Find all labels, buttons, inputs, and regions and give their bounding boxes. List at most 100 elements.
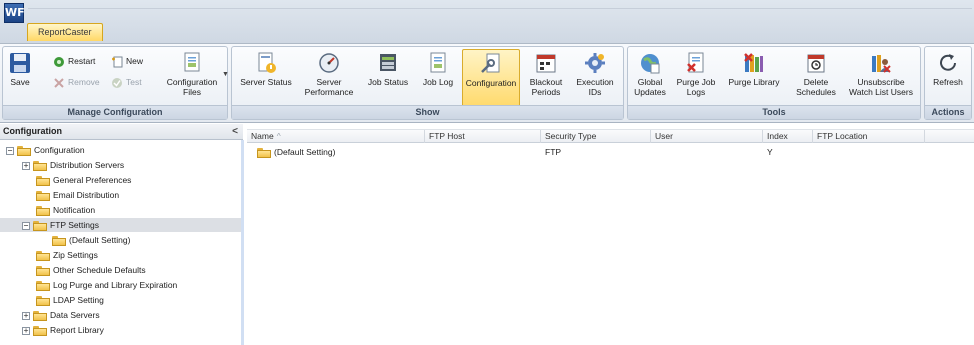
sort-ascending-icon: ^ bbox=[276, 131, 281, 141]
purge-library-button[interactable]: Purge Library bbox=[722, 49, 786, 105]
tree-node-data-servers[interactable]: + Data Servers bbox=[22, 308, 100, 322]
execution-ids-label-2: IDs bbox=[588, 87, 602, 97]
column-header-security-type[interactable]: Security Type bbox=[541, 130, 651, 143]
save-button[interactable]: Save bbox=[5, 49, 35, 105]
expand-icon[interactable]: + bbox=[22, 311, 30, 320]
tree-node-label: Data Servers bbox=[50, 310, 100, 320]
column-header-index[interactable]: Index bbox=[763, 130, 813, 143]
folder-icon bbox=[33, 325, 47, 336]
server-performance-label-1: Server bbox=[316, 77, 342, 87]
globe-icon bbox=[641, 54, 660, 74]
job-status-label-1: Job Status bbox=[367, 77, 409, 87]
folder-icon bbox=[33, 310, 47, 321]
save-label: Save bbox=[10, 77, 30, 87]
column-header-ftp-location[interactable]: FTP Location bbox=[813, 130, 925, 143]
server-status-button[interactable]: Server Status bbox=[236, 49, 296, 105]
blackout-periods-label-2: Periods bbox=[531, 87, 561, 97]
ftp-settings-grid: Name ^ FTP Host Security Type User Index … bbox=[247, 124, 974, 345]
title-divider bbox=[28, 8, 972, 9]
server-performance-button[interactable]: Server Performance bbox=[299, 49, 359, 105]
global-updates-label-2: Updates bbox=[634, 87, 666, 97]
tree-node-configuration[interactable]: − Configuration bbox=[6, 143, 85, 157]
test-button[interactable]: Test bbox=[111, 75, 142, 89]
blackout-periods-label-1: Blackout bbox=[529, 77, 563, 87]
global-updates-label-1: Global bbox=[637, 77, 663, 87]
global-updates-button[interactable]: Global Updates bbox=[630, 49, 670, 105]
unsubscribe-users-icon bbox=[872, 55, 891, 73]
column-header-name[interactable]: Name ^ bbox=[247, 130, 425, 143]
execution-ids-label-1: Execution bbox=[576, 77, 614, 87]
job-log-label-1: Job Log bbox=[422, 77, 454, 87]
job-status-icon bbox=[380, 54, 396, 71]
column-header-user[interactable]: User bbox=[651, 130, 763, 143]
configuration-button[interactable]: Configuration bbox=[462, 49, 520, 109]
refresh-button[interactable]: Refresh bbox=[928, 49, 968, 105]
tree-node-general-preferences[interactable]: General Preferences bbox=[36, 173, 131, 187]
tree-node-distribution-servers[interactable]: + Distribution Servers bbox=[22, 158, 124, 172]
configuration-files-label-2: Files bbox=[183, 87, 201, 97]
tree-node-other-schedule-defaults[interactable]: Other Schedule Defaults bbox=[36, 263, 146, 277]
tree-node-default-setting[interactable]: (Default Setting) bbox=[52, 233, 130, 247]
group-show: Server Status Server Performance Job Sta… bbox=[231, 46, 624, 120]
cell-security-type: FTP bbox=[545, 147, 562, 157]
tree-node-log-purge[interactable]: Log Purge and Library Expiration bbox=[36, 278, 177, 292]
folder-icon bbox=[17, 145, 31, 156]
tree-scrollbar[interactable] bbox=[241, 140, 244, 345]
tree-node-ldap-setting[interactable]: LDAP Setting bbox=[36, 293, 104, 307]
execution-ids-button[interactable]: Execution IDs bbox=[571, 49, 619, 105]
folder-icon bbox=[36, 295, 50, 306]
folder-icon bbox=[33, 220, 47, 231]
delete-schedules-button[interactable]: Delete Schedules bbox=[790, 49, 842, 105]
configuration-icon bbox=[481, 53, 500, 73]
folder-icon bbox=[36, 280, 50, 291]
delete-schedules-label-2: Schedules bbox=[796, 87, 836, 97]
configuration-files-button[interactable]: Configuration Files bbox=[159, 49, 225, 105]
folder-icon bbox=[257, 147, 271, 158]
tree-node-report-library[interactable]: + Report Library bbox=[22, 323, 104, 337]
webfocus-logo[interactable]: WF bbox=[4, 3, 25, 23]
blackout-periods-button[interactable]: Blackout Periods bbox=[524, 49, 568, 105]
tree-node-label: Zip Settings bbox=[53, 250, 98, 260]
configuration-tree-panel: Configuration < − Configuration + Distribu… bbox=[0, 124, 243, 345]
tree-node-ftp-settings[interactable]: − FTP Settings bbox=[0, 218, 241, 232]
tree-node-label: LDAP Setting bbox=[53, 295, 104, 305]
tree-node-notification[interactable]: Notification bbox=[36, 203, 95, 217]
folder-icon bbox=[36, 265, 50, 276]
new-button[interactable]: New bbox=[111, 54, 143, 68]
tree-node-zip-settings[interactable]: Zip Settings bbox=[36, 248, 98, 262]
ribbon: Save Restart New Remove Test Configurati… bbox=[0, 44, 974, 123]
cell-index: Y bbox=[767, 147, 773, 157]
folder-icon bbox=[36, 190, 50, 201]
restart-button[interactable]: Restart bbox=[53, 54, 95, 68]
column-header-ftp-host[interactable]: FTP Host bbox=[425, 130, 541, 143]
job-status-button[interactable]: Job Status bbox=[362, 49, 414, 105]
title-bar: WF ReportCaster bbox=[0, 0, 974, 44]
folder-icon bbox=[52, 235, 66, 246]
tree-node-label: Other Schedule Defaults bbox=[53, 265, 146, 275]
tree-panel-header: Configuration < bbox=[0, 124, 243, 140]
job-log-icon bbox=[430, 52, 446, 73]
new-label: New bbox=[126, 56, 144, 66]
expand-icon[interactable]: + bbox=[22, 161, 30, 170]
group-tools: Global Updates Purge Job Logs Purge Libr… bbox=[627, 46, 921, 120]
tab-reportcaster[interactable]: ReportCaster bbox=[27, 23, 103, 41]
job-log-button[interactable]: Job Log bbox=[417, 49, 459, 105]
collapse-panel-button[interactable]: < bbox=[230, 126, 240, 137]
refresh-icon bbox=[940, 54, 956, 71]
tree-node-label: Distribution Servers bbox=[50, 160, 125, 170]
group-actions: Refresh Actions bbox=[924, 46, 972, 120]
purge-job-logs-button[interactable]: Purge Job Logs bbox=[674, 49, 718, 105]
unsubscribe-watch-list-users-button[interactable]: Unsubscribe Watch List Users bbox=[844, 49, 918, 105]
tree-node-email-distribution[interactable]: Email Distribution bbox=[36, 188, 119, 202]
execution-ids-icon bbox=[585, 53, 605, 73]
remove-button[interactable]: Remove bbox=[53, 75, 100, 89]
table-row[interactable]: (Default Setting) FTP Y bbox=[247, 145, 974, 159]
collapse-icon[interactable]: − bbox=[22, 221, 30, 230]
dropdown-arrow-icon[interactable]: ▼ bbox=[222, 71, 229, 78]
remove-icon bbox=[54, 78, 64, 88]
server-status-icon bbox=[258, 52, 276, 73]
collapse-icon[interactable]: − bbox=[6, 146, 14, 155]
expand-icon[interactable]: + bbox=[22, 326, 30, 335]
save-icon bbox=[10, 53, 30, 73]
cell-ftp-host bbox=[425, 145, 541, 159]
